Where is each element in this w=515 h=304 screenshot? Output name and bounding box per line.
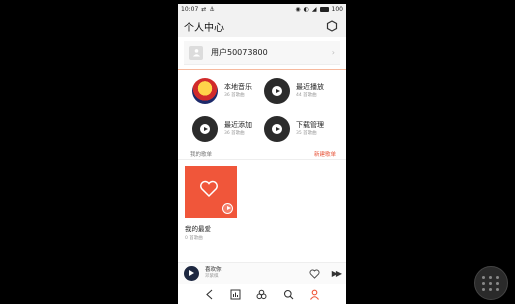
profile-icon[interactable] — [309, 289, 321, 301]
usb-icon: ⚓ — [209, 5, 215, 13]
phone-screen: 10:07 ⇄ ⚓ ◉ ◐ ◢ 100 个人中心 用户50073800 › 本地… — [178, 4, 346, 304]
recent-added-item[interactable]: 最近添加 36 首歌曲 — [192, 114, 264, 144]
playlist-card[interactable]: 我的最爱 0 首歌曲 — [185, 166, 237, 241]
recent-play-item[interactable]: 最近播放 44 首歌曲 — [264, 76, 336, 106]
new-playlist-button[interactable]: 新建歌单 — [314, 150, 336, 158]
user-profile-row[interactable]: 用户50073800 › — [184, 41, 340, 65]
now-playing-disc-icon — [184, 266, 199, 281]
now-playing-artist: 邓紫棋 — [205, 274, 219, 279]
disc-play-icon — [192, 116, 218, 142]
battery-level: 100 — [331, 6, 343, 13]
sync-icon: ⇄ — [201, 5, 207, 13]
bottom-navigation — [178, 285, 346, 304]
local-music-cover-icon — [192, 78, 218, 104]
assistive-touch-button[interactable] — [474, 266, 508, 300]
app-header: 个人中心 — [178, 15, 346, 37]
username: 用户50073800 — [211, 48, 268, 57]
now-playing-title: 喜欢你 — [205, 267, 222, 273]
back-icon[interactable] — [203, 289, 215, 301]
user-icon — [192, 49, 200, 57]
section-title: 我的歌单 — [190, 151, 213, 158]
heart-icon — [200, 180, 218, 198]
item-count: 36 首歌曲 — [224, 93, 245, 98]
battery-icon — [319, 7, 329, 12]
search-icon[interactable] — [282, 289, 294, 301]
music-shortcuts-grid: 本地音乐 36 首歌曲 最近播放 44 首歌曲 最近添加 36 首歌曲 下载管理… — [178, 70, 346, 144]
dnd-icon: ◐ — [303, 5, 309, 13]
status-time: 10:07 — [181, 6, 199, 13]
discover-icon[interactable] — [256, 289, 268, 301]
mini-player[interactable]: 喜欢你 邓紫棋 ▶▶ — [178, 262, 346, 284]
playlist-name: 我的最爱 — [185, 225, 211, 233]
disc-play-icon — [264, 116, 290, 142]
item-label: 下载管理 — [296, 121, 324, 129]
chevron-right-icon: › — [331, 48, 335, 57]
heart-icon[interactable] — [309, 269, 320, 279]
chart-icon[interactable] — [230, 289, 242, 301]
disc-play-icon — [264, 78, 290, 104]
playlist-count: 0 首歌曲 — [185, 236, 203, 241]
playlist-cover — [185, 166, 237, 218]
status-bar: 10:07 ⇄ ⚓ ◉ ◐ ◢ 100 — [178, 4, 346, 15]
next-track-icon[interactable]: ▶▶ — [332, 269, 342, 278]
item-count: 36 首歌曲 — [224, 131, 245, 136]
alarm-icon: ◉ — [295, 5, 301, 13]
signal-icon: ◢ — [311, 5, 317, 13]
local-music-item[interactable]: 本地音乐 36 首歌曲 — [192, 76, 264, 106]
avatar — [189, 45, 203, 60]
settings-icon[interactable] — [326, 20, 338, 32]
item-count: 35 首歌曲 — [296, 131, 317, 136]
item-count: 44 首歌曲 — [296, 93, 317, 98]
download-manager-item[interactable]: 下载管理 35 首歌曲 — [264, 114, 336, 144]
item-label: 最近添加 — [224, 121, 252, 129]
item-label: 最近播放 — [296, 83, 324, 91]
item-label: 本地音乐 — [224, 83, 252, 91]
play-icon[interactable] — [222, 203, 233, 214]
divider — [178, 69, 346, 70]
page-title: 个人中心 — [184, 22, 224, 34]
my-playlists-header: 我的歌单 新建歌单 — [178, 148, 346, 160]
